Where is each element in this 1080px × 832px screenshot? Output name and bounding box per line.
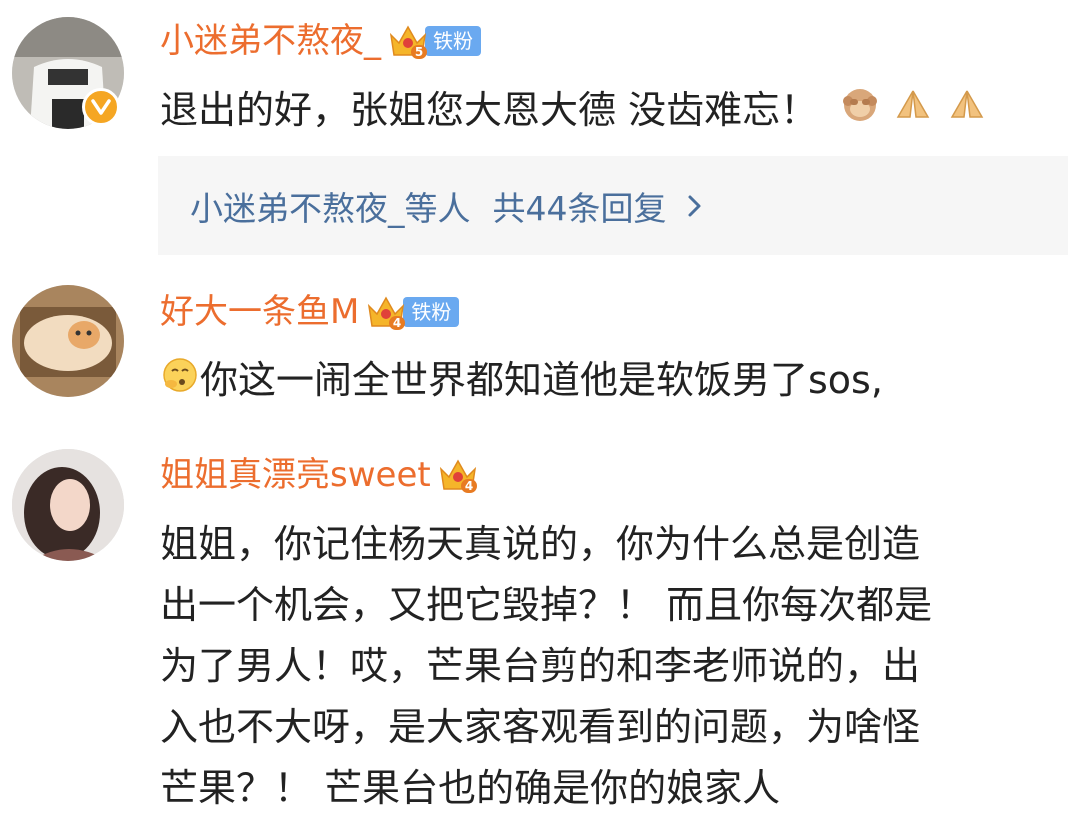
crown-level-icon: 4 [365,292,407,332]
reply-names: 小迷弟不熬夜_等人 [190,188,471,228]
username[interactable]: 姐姐真漂亮sweet [160,450,431,500]
comment-text-line: 芒果？！ 芒果台也的确是你的娘家人 [160,766,781,810]
crown-level-number: 4 [465,479,473,493]
pray-emoji-icon [892,82,934,143]
fan-tag: 铁粉 [403,297,460,327]
comment-text-body: 你这一闹全世界都知道他是软饭男了sos, [200,358,883,402]
comment-text: 你这一闹全世界都知道他是软饭男了sos, [160,350,883,413]
comment-text-line: 姐姐，你记住杨天真说的，你为什么总是创造 [160,522,921,566]
comment-header: 好大一条鱼M 4 铁粉 [160,287,460,337]
username[interactable]: 好大一条鱼M [160,287,359,337]
pray-emoji-icon [946,82,988,143]
avatar[interactable] [12,285,124,397]
monkey-emoji-icon [840,82,880,143]
verified-badge-icon [82,88,120,126]
thinking-emoji-icon [160,352,200,413]
chevron-right-icon [685,191,705,221]
fan-tag: 铁粉 [425,26,481,56]
crown-level-number: 4 [393,316,401,330]
crown-level-icon: 4 [437,455,479,495]
comment-text-line: 入也不大呀，是大家客观看到的问题，为啥怪 [160,705,921,749]
crown-level-number: 5 [415,45,423,59]
comment-text: 退出的好，张姐您大恩大德 没齿难忘！ [160,80,988,143]
comment-text-body: 退出的好，张姐您大恩大德 没齿难忘！ [160,88,819,132]
comment-header: 姐姐真漂亮sweet 4 [160,450,479,500]
comment-text-line: 为了男人！哎，芒果台剪的和李老师说的，出 [160,644,921,688]
crown-level-icon: 5 [387,21,429,61]
reply-summary[interactable]: 小迷弟不熬夜_等人 共44条回复 [158,156,1068,255]
comment-header: 小迷弟不熬夜_ 5 铁粉 [160,16,481,66]
reply-count: 共44条回复 [492,188,667,228]
comment-text-line: 出一个机会，又把它毁掉？！ 而且你每次都是 [160,583,933,627]
avatar[interactable] [12,449,124,561]
username[interactable]: 小迷弟不熬夜_ [160,16,381,66]
